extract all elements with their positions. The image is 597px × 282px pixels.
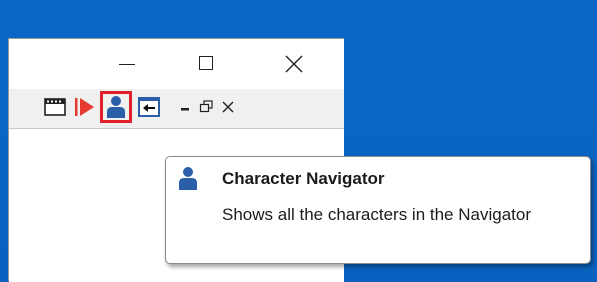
character-navigator-button[interactable] xyxy=(100,91,132,123)
dock-restore-button[interactable] xyxy=(198,95,222,119)
play-icon xyxy=(75,98,94,116)
film-strip-icon xyxy=(44,98,66,116)
tooltip: Character Navigator Shows all the charac… xyxy=(165,156,591,264)
restore-icon xyxy=(199,100,213,113)
minimize-icon xyxy=(181,108,189,111)
close-icon xyxy=(222,101,234,113)
maximize-icon xyxy=(199,56,213,70)
navigator-toolbar xyxy=(9,89,344,129)
person-icon xyxy=(179,167,197,190)
back-arrow-icon xyxy=(138,97,160,117)
close-icon xyxy=(285,55,303,73)
play-toolbar-button[interactable] xyxy=(72,95,96,119)
title-bar xyxy=(9,39,344,89)
maximize-button[interactable] xyxy=(183,47,229,81)
back-toolbar-button[interactable] xyxy=(137,95,161,119)
dock-close-button[interactable] xyxy=(220,95,244,119)
minimize-icon xyxy=(119,64,135,65)
person-icon xyxy=(107,96,125,118)
film-toolbar-button[interactable] xyxy=(43,95,67,119)
tooltip-title: Character Navigator xyxy=(222,169,385,188)
close-button[interactable] xyxy=(271,47,317,81)
minimize-button[interactable] xyxy=(105,47,151,81)
tooltip-description: Shows all the characters in the Navigato… xyxy=(222,205,531,224)
